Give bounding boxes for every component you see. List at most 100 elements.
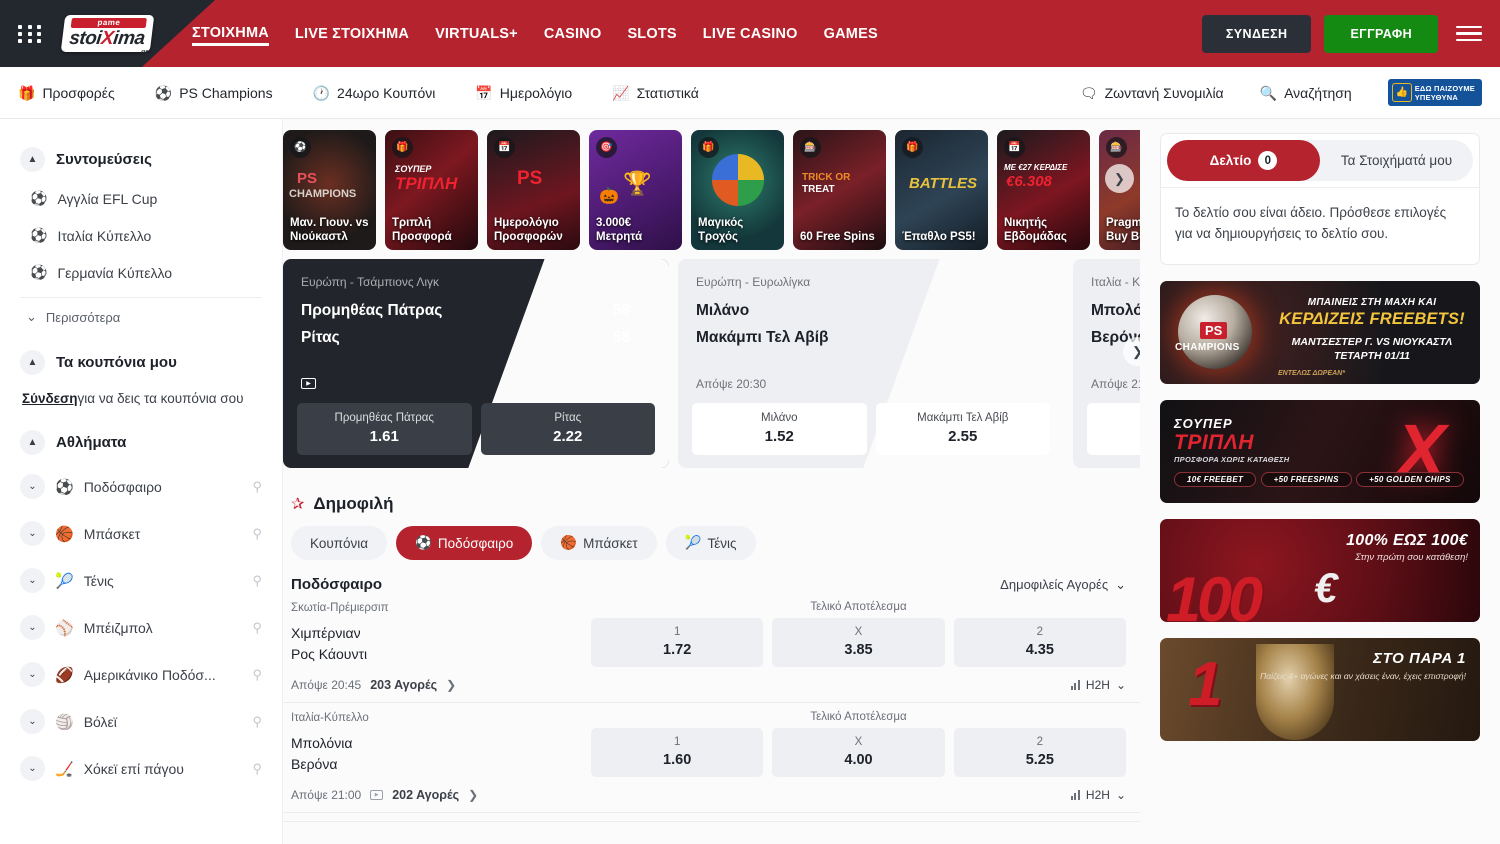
banner-super-triple[interactable]: X ΣΟΥΠΕΡ ΤΡΙΠΛΗ ΠΡΟΣΦΟΡΑ ΧΩΡΙΣ ΚΑΤΑΘΕΣΗ … (1160, 400, 1480, 503)
markets-count[interactable]: 203 Αγορές (370, 678, 437, 692)
promo-tile-3000-cash[interactable]: 🎯 🏆 🎃 3.000€ Μετρητά (589, 130, 682, 250)
live-chat-button[interactable]: 🗨 Ζωντανή Συνομιλία (1080, 85, 1224, 101)
odd-button-2[interactable]: 2 4.35 (954, 618, 1126, 667)
odd-button-x[interactable]: X 3.85 (772, 618, 944, 667)
banner-line2: ΤΡΙΠΛΗ (1174, 431, 1464, 454)
pin-icon[interactable]: ⚲ (252, 714, 262, 730)
sidebar-sport-ice-hockey[interactable]: ⌄ 🏒 Χόκεϊ επί πάγου ⚲ (20, 745, 262, 792)
sidebar-sport-basketball[interactable]: ⌄ 🏀 Μπάσκετ ⚲ (20, 510, 262, 557)
register-button[interactable]: ΕΓΓΡΑΦΗ (1324, 15, 1438, 53)
nav-item-casino[interactable]: CASINO (544, 22, 602, 46)
nav-item-slots[interactable]: SLOTS (627, 22, 676, 46)
responsible-gaming-badge[interactable]: 👍 ΕΔΩ ΠΑΙΖΟΥΜΕ ΥΠΕΥΘΥΝΑ (1388, 79, 1482, 106)
site-logo[interactable]: pame stoiXima .gr (58, 9, 158, 59)
odd-button-x[interactable]: X 4.00 (772, 728, 944, 777)
pin-icon[interactable]: ⚲ (252, 573, 262, 589)
shortcuts-section-header[interactable]: ▲ Συντομεύσεις (20, 147, 262, 172)
featured-match-card-live[interactable]: Ευρώπη - Τσάμπιονς Λιγκ Προμηθέας Πάτρας… (283, 259, 669, 468)
chevron-down-icon[interactable]: ⌄ (20, 474, 45, 499)
odd-button-1[interactable]: 1 1.60 (591, 728, 763, 777)
hamburger-menu-icon[interactable] (1456, 22, 1482, 46)
pin-icon[interactable]: ⚲ (252, 761, 262, 777)
promo-tile-triple-offer[interactable]: 🎁 ΣΟΥΠΕΡ ΤΡΙΠΛΗ Τριπλή Προσφορά (385, 130, 478, 250)
subnav-item-24h-coupon[interactable]: 🕐 24ωρο Κουπόνι (313, 85, 436, 101)
tab-basketball[interactable]: 🏀Μπάσκετ (541, 526, 656, 560)
promo-tile-weekly-winner[interactable]: 📅 ΜΕ €27 ΚΕΡΔΙΣΕ €6.308 Νικητής Εβδομάδα… (997, 130, 1090, 250)
odd-button-2[interactable]: 2 5.25 (954, 728, 1126, 777)
banner-first-deposit[interactable]: 100 € 100% ΕΩΣ 100€ Στην πρώτη σου κατάθ… (1160, 519, 1480, 622)
live-stream-icon[interactable]: ▶ (370, 790, 383, 800)
odd-button-1[interactable]: 1 1.72 (591, 618, 763, 667)
match-odds: 1 1.60 (1087, 403, 1140, 455)
h2h-button[interactable]: H2H ⌄ (1071, 788, 1126, 802)
carousel-next-button[interactable]: ❯ (1105, 164, 1134, 193)
nav-item-live-casino[interactable]: LIVE CASINO (703, 22, 798, 46)
pin-icon[interactable]: ⚲ (252, 479, 262, 495)
banner-sto-para-1[interactable]: 1 ΣΤΟ ΠΑΡΑ 1 Παίζεις 4+ αγώνες και αν χά… (1160, 638, 1480, 741)
nav-item-live-stoixima[interactable]: LIVE ΣΤΟΙΧΗΜΑ (295, 22, 409, 46)
odd-button-away[interactable]: Ρίτας 2.22 (481, 403, 656, 455)
coupons-login-link[interactable]: Σύνδεση (22, 391, 78, 406)
tab-tennis[interactable]: 🎾Τένις (666, 526, 756, 560)
subnav-item-calendar[interactable]: 📅 Ημερολόγιο (475, 85, 572, 101)
match-row-partial[interactable] (283, 813, 1140, 822)
sidebar-sport-football[interactable]: ⌄ ⚽ Ποδόσφαιρο ⚲ (20, 463, 262, 510)
login-button[interactable]: ΣΥΝΔΕΣΗ (1202, 15, 1312, 53)
odd-button-home[interactable]: Μιλάνο 1.52 (692, 403, 867, 455)
chevron-down-icon[interactable]: ⌄ (20, 756, 45, 781)
sports-section-header[interactable]: ▲ Αθλήματα (20, 430, 262, 455)
promo-tile-offers-calendar[interactable]: 📅 PS Ημερολόγιο Προσφορών (487, 130, 580, 250)
tab-coupons[interactable]: Κουπόνια (291, 526, 387, 560)
tab-betslip[interactable]: Δελτίο 0 (1167, 140, 1320, 181)
subnav-item-offers[interactable]: 🎁 Προσφορές (18, 85, 115, 101)
markets-selector[interactable]: Δημοφιλείς Αγορές ⌄ (1000, 577, 1126, 593)
my-coupons-section-header[interactable]: ▲ Τα κουπόνια μου (20, 350, 262, 375)
match-row[interactable]: Σκωτία-Πρέμιερσιπ Χιμπέρνιαν Ρος Κάουντι… (283, 593, 1140, 703)
sidebar-sport-american-football[interactable]: ⌄ 🏈 Αμερικάνικο Ποδόσ... ⚲ (20, 651, 262, 698)
promo-tile-ps5-prize[interactable]: 🎁 BATTLES Έπαθλο PS5! (895, 130, 988, 250)
pin-icon[interactable]: ⚲ (252, 526, 262, 542)
shortcut-italy-cup[interactable]: ⚽ Ιταλία Κύπελλο (20, 217, 262, 254)
nav-item-stoixima[interactable]: ΣΤΟΙΧΗΜΑ (192, 21, 269, 46)
h2h-button[interactable]: H2H ⌄ (1071, 678, 1126, 692)
odd-button-home[interactable]: 1 1.60 (1087, 403, 1140, 455)
soccer-ball-icon: ⚽ (415, 535, 432, 551)
nav-item-virtuals[interactable]: VIRTUALS+ (435, 22, 518, 46)
sidebar-sport-tennis[interactable]: ⌄ 🎾 Τένις ⚲ (20, 557, 262, 604)
tab-my-bets[interactable]: Τα Στοιχήματά μου (1320, 140, 1473, 181)
banner-currency-symbol: € (1314, 564, 1337, 612)
shortcuts-more-button[interactable]: ⌄ Περισσότερα (20, 297, 262, 336)
pin-icon[interactable]: ⚲ (252, 620, 262, 636)
featured-match-card-euroleague[interactable]: Ευρώπη - Ευρωλίγκα Μιλάνο Μακάμπι Τελ Αβ… (678, 259, 1064, 468)
shortcut-efl-cup[interactable]: ⚽ Αγγλία EFL Cup (20, 180, 262, 217)
markets-count[interactable]: 202 Αγορές (392, 788, 459, 802)
match-row[interactable]: Ιταλία-Κύπελλο Μπολόνια Βερόνα Τελικό Απ… (283, 703, 1140, 813)
shortcut-germany-cup[interactable]: ⚽ Γερμανία Κύπελλο (20, 254, 262, 291)
live-stream-icon[interactable]: ▶ (301, 378, 316, 389)
sidebar-sport-baseball[interactable]: ⌄ ⚾ Μπέιζμπολ ⚲ (20, 604, 262, 651)
chevron-down-icon[interactable]: ⌄ (20, 521, 45, 546)
tab-football[interactable]: ⚽Ποδόσφαιρο (396, 526, 532, 560)
chevron-down-icon[interactable]: ⌄ (20, 662, 45, 687)
subnav-item-statistics[interactable]: 📈 Στατιστικά (612, 85, 699, 101)
tennis-ball-icon: 🎾 (685, 535, 702, 551)
subnav-item-ps-champions[interactable]: ⚽ PS Champions (155, 85, 273, 101)
chevron-down-icon[interactable]: ⌄ (20, 615, 45, 640)
nav-item-games[interactable]: GAMES (824, 22, 878, 46)
chevron-down-icon[interactable]: ⌄ (20, 568, 45, 593)
promo-tile-60-free-spins[interactable]: 🎰 TRICK OR TREAT 60 Free Spins (793, 130, 886, 250)
sport-label: Χόκεϊ επί πάγου (84, 761, 243, 777)
sidebar-sport-volleyball[interactable]: ⌄ 🏐 Βόλεϊ ⚲ (20, 698, 262, 745)
chevron-right-icon[interactable]: ❯ (446, 678, 456, 692)
banner-ps-champions[interactable]: PS CHAMPIONS ΜΠΑΙΝΕΙΣ ΣΤΗ ΜΑΧΗ ΚΑΙ ΚΕΡΔΙ… (1160, 281, 1480, 384)
chevron-down-icon[interactable]: ⌄ (20, 709, 45, 734)
chevron-right-icon[interactable]: ❯ (468, 788, 478, 802)
search-button[interactable]: 🔍 Αναζήτηση (1260, 85, 1352, 101)
away-team: Ρίτας (301, 329, 613, 347)
apps-grid-icon[interactable] (18, 25, 44, 43)
promo-tile-ps-champions[interactable]: ⚽ PS CHAMPIONS Μαν. Γιουν. vs Νιούκαστλ (283, 130, 376, 250)
promo-tile-magic-wheel[interactable]: 🎁 Μαγικός Τροχός (691, 130, 784, 250)
pin-icon[interactable]: ⚲ (252, 667, 262, 683)
odd-button-away[interactable]: Μακάμπι Τελ Αβίβ 2.55 (876, 403, 1051, 455)
odd-button-home[interactable]: Προμηθέας Πάτρας 1.61 (297, 403, 472, 455)
